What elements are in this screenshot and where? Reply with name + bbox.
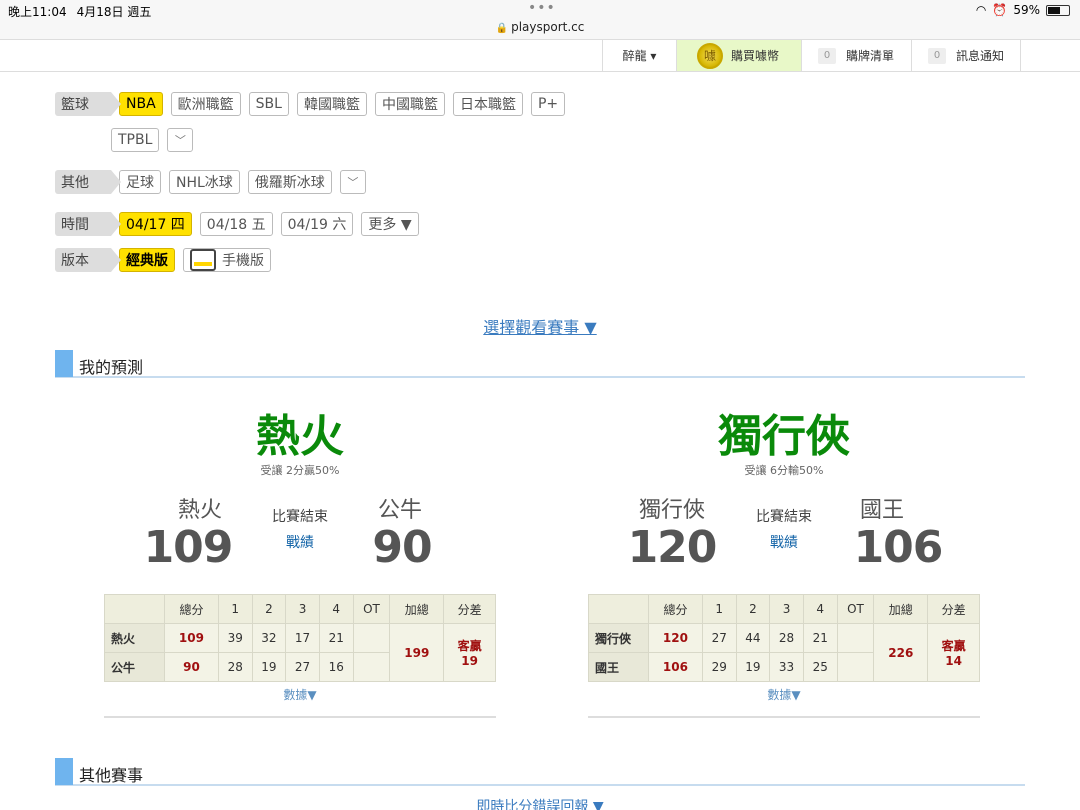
cart-count-badge: 0 [818, 47, 836, 64]
table-row: 熱火 109 39 32 17 21 199 客贏 19 [104, 623, 496, 682]
filter-row-other: 其他 足球 NHL冰球 俄羅斯冰球 ﹀ [55, 170, 366, 194]
notifications-button[interactable]: 0 訊息通知 [911, 40, 1021, 71]
away-team-name: 獨行俠 [638, 498, 705, 523]
section-header-my-predictions: 我的預測 [55, 350, 1025, 378]
data-toggle-link[interactable]: 數據▼ [104, 686, 496, 703]
game-card: 熱火 受讓 2分贏50% 熱火 公牛 109 90 比賽結束戰績 總分 1 2 … [104, 400, 496, 718]
chip-soccer[interactable]: 足球 [119, 170, 161, 194]
table-row: 獨行俠 120 27 44 28 21 226 客贏 14 [588, 623, 980, 682]
data-toggle-link[interactable]: 數據▼ [588, 686, 980, 703]
filter-row-time: 時間 04/17 四 04/18 五 04/19 六 更多 ▼ [55, 212, 419, 236]
chip-p-plus[interactable]: P+ [530, 92, 566, 116]
chip-euro-basketball[interactable]: 歐洲職籃 [170, 92, 241, 116]
away-score: 120 [627, 522, 718, 573]
home-score: 90 [372, 522, 432, 573]
buy-coins-button[interactable]: 噱購買噱幣 [676, 40, 801, 71]
battery-icon [1046, 4, 1070, 16]
ios-status-bar: 晚上11:04 4月18日 週五 ••• 🔒 playsport.cc ◠ ⏰ 59… [0, 0, 1080, 40]
cart-button[interactable]: 0 購牌清單 [801, 40, 911, 71]
section-title: 其他賽事 [79, 766, 144, 785]
chip-nhl[interactable]: NHL冰球 [169, 170, 240, 194]
filter-label-basketball: 籃球 [55, 92, 121, 116]
date: 4月18日 週五 [76, 5, 152, 19]
record-link[interactable]: 戰績 [250, 532, 350, 552]
total-sum: 226 [873, 623, 929, 682]
battery-percent: 59% [1013, 3, 1040, 17]
picked-team: 獨行俠 [718, 411, 850, 462]
date-chip-0419[interactable]: 04/19 六 [280, 212, 354, 236]
mobile-version-button[interactable]: 手機版 [183, 248, 271, 272]
game-card: 獨行俠 受讓 6分輸50% 獨行俠 國王 120 106 比賽結束戰績 總分 1… [588, 400, 980, 718]
chevron-down-icon[interactable]: ﹀ [167, 128, 194, 152]
date-chip-0418[interactable]: 04/18 五 [199, 212, 273, 236]
more-dates-button[interactable]: 更多 ▼ [361, 212, 419, 236]
section-title: 我的預測 [79, 358, 144, 377]
chip-nba[interactable]: NBA [119, 92, 163, 116]
chevron-down-icon[interactable]: ﹀ [339, 170, 366, 194]
clock: 晚上11:04 [8, 5, 67, 19]
error-report-link[interactable]: 即時比分錯誤回報 ▼ [0, 796, 1080, 810]
game-status: 比賽結束 [756, 509, 812, 525]
home-score: 106 [853, 522, 944, 573]
site-top-bar: 醉龍 ▾ 噱購買噱幣 0 購牌清單 0 訊息通知 [0, 40, 1080, 72]
address-bar[interactable]: 🔒 playsport.cc [0, 20, 1080, 34]
game-status: 比賽結束 [272, 509, 328, 525]
filter-label-version: 版本 [55, 248, 121, 272]
record-link[interactable]: 戰績 [734, 532, 834, 552]
select-games-link[interactable]: 選擇觀看賽事 ▼ [0, 314, 1080, 338]
away-team-name: 熱火 [177, 498, 222, 523]
more-dots-icon[interactable]: ••• [528, 0, 556, 16]
alarm-icon: ⏰ [992, 3, 1008, 17]
away-score: 109 [143, 522, 234, 573]
spread-info: 受讓 6分輸50% [744, 464, 824, 477]
box-score-table: 總分 1 2 3 4 OT 加總 分差 獨行俠 120 27 44 28 21 … [588, 594, 980, 682]
filter-row-version: 版本 經典版 手機版 [55, 248, 271, 272]
coin-icon: 噱 [697, 42, 723, 69]
chip-korea-basketball[interactable]: 韓國職籃 [296, 92, 367, 116]
point-diff: 客贏 19 [443, 623, 496, 682]
box-score-table: 總分 1 2 3 4 OT 加總 分差 熱火 109 39 32 17 21 1… [104, 594, 496, 682]
wifi-icon: ◠ [975, 3, 987, 17]
chip-japan-basketball[interactable]: 日本職籃 [452, 92, 523, 116]
phone-icon [190, 249, 216, 271]
classic-version-button[interactable]: 經典版 [119, 248, 175, 272]
home-team-name: 公牛 [377, 498, 422, 523]
total-sum: 199 [389, 623, 445, 682]
msg-count-badge: 0 [928, 47, 946, 64]
home-team-name: 國王 [859, 498, 904, 523]
chip-china-basketball[interactable]: 中國職籃 [374, 92, 445, 116]
chip-russia-hockey[interactable]: 俄羅斯冰球 [247, 170, 332, 194]
picked-team: 熱火 [256, 411, 344, 462]
filter-label-other: 其他 [55, 170, 121, 194]
date-chip-0417[interactable]: 04/17 四 [119, 212, 192, 236]
point-diff: 客贏 14 [927, 623, 980, 682]
user-menu[interactable]: 醉龍 ▾ [602, 40, 676, 71]
filter-row-basketball: 籃球 NBA 歐洲職籃 SBL 韓國職籃 中國職籃 日本職籃 P+ [55, 92, 566, 116]
filter-row-basketball-2: TPBL ﹀ [111, 128, 194, 152]
chip-tpbl[interactable]: TPBL [111, 128, 160, 152]
spread-info: 受讓 2分贏50% [260, 464, 340, 477]
lock-icon: 🔒 [495, 23, 509, 34]
section-header-other-games: 其他賽事 [55, 758, 1025, 786]
filter-label-time: 時間 [55, 212, 121, 236]
chip-sbl[interactable]: SBL [248, 92, 289, 116]
